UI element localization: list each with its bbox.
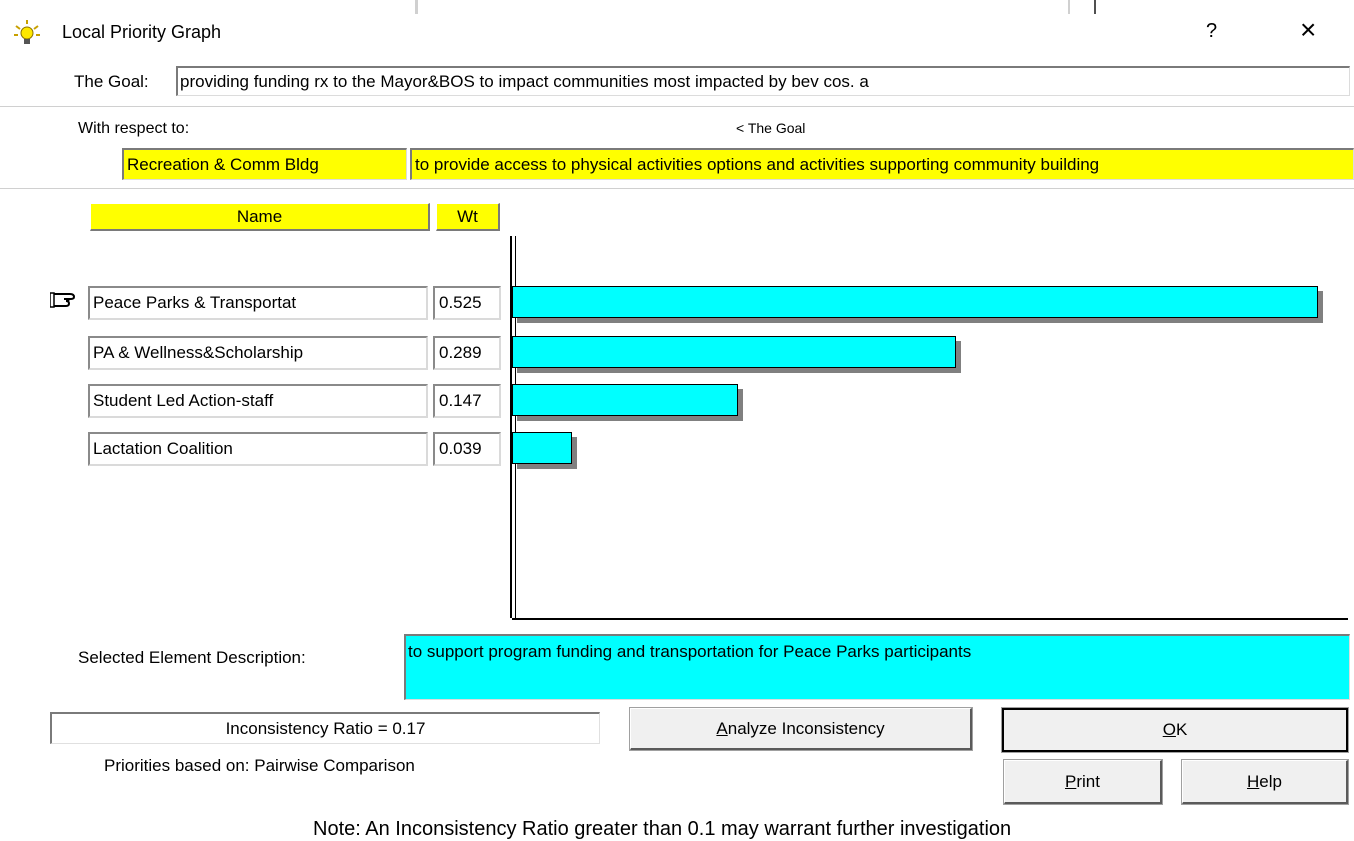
ok-button[interactable]: OK xyxy=(1002,708,1348,752)
element-name-box[interactable]: Lactation Coalition xyxy=(88,432,428,466)
priority-bar[interactable] xyxy=(512,432,572,464)
lightbulb-icon xyxy=(14,20,40,46)
background-divider xyxy=(1068,0,1070,14)
node-description-field: to provide access to physical activities… xyxy=(410,148,1354,180)
element-weight-box: 0.039 xyxy=(433,432,501,466)
element-name-box[interactable]: Student Led Action-staff xyxy=(88,384,428,418)
respect-path[interactable]: < The Goal xyxy=(736,120,805,136)
chart-baseline xyxy=(512,618,1348,620)
inconsistency-ratio-box: Inconsistency Ratio = 0.17 xyxy=(50,712,600,744)
priority-bar[interactable] xyxy=(512,336,956,368)
goal-label: The Goal: xyxy=(74,72,149,91)
priority-bar[interactable] xyxy=(512,286,1318,318)
element-name-box[interactable]: Peace Parks & Transportat xyxy=(88,286,428,320)
priority-bar[interactable] xyxy=(512,384,738,416)
element-weight-box: 0.147 xyxy=(433,384,501,418)
element-name-box[interactable]: PA & Wellness&Scholarship xyxy=(88,336,428,370)
print-button[interactable]: Print xyxy=(1004,760,1162,804)
help-button[interactable]: Help xyxy=(1182,760,1348,804)
help-title-button[interactable]: ? xyxy=(1206,20,1217,43)
goal-field: providing funding rx to the Mayor&BOS to… xyxy=(176,66,1350,96)
separator xyxy=(0,188,1354,190)
close-button[interactable]: × xyxy=(1300,14,1316,46)
background-divider xyxy=(1094,0,1096,14)
weight-column-header[interactable]: Wt xyxy=(436,203,500,231)
element-weight-box: 0.289 xyxy=(433,336,501,370)
pointing-hand-icon xyxy=(49,284,80,310)
selected-description-field: to support program funding and transport… xyxy=(404,634,1350,700)
background-divider xyxy=(415,0,418,14)
respect-label: With respect to: xyxy=(78,120,190,137)
priorities-basis-label: Priorities based on: Pairwise Comparison xyxy=(104,756,415,775)
selected-description-label: Selected Element Description: xyxy=(78,648,306,667)
window-title: Local Priority Graph xyxy=(62,22,222,42)
analyze-inconsistency-button[interactable]: Analyze Inconsistency xyxy=(630,708,972,750)
separator xyxy=(0,106,1354,108)
name-column-header[interactable]: Name xyxy=(90,203,430,231)
node-name-field: Recreation & Comm Bldg xyxy=(122,148,407,180)
element-weight-box: 0.525 xyxy=(433,286,501,320)
